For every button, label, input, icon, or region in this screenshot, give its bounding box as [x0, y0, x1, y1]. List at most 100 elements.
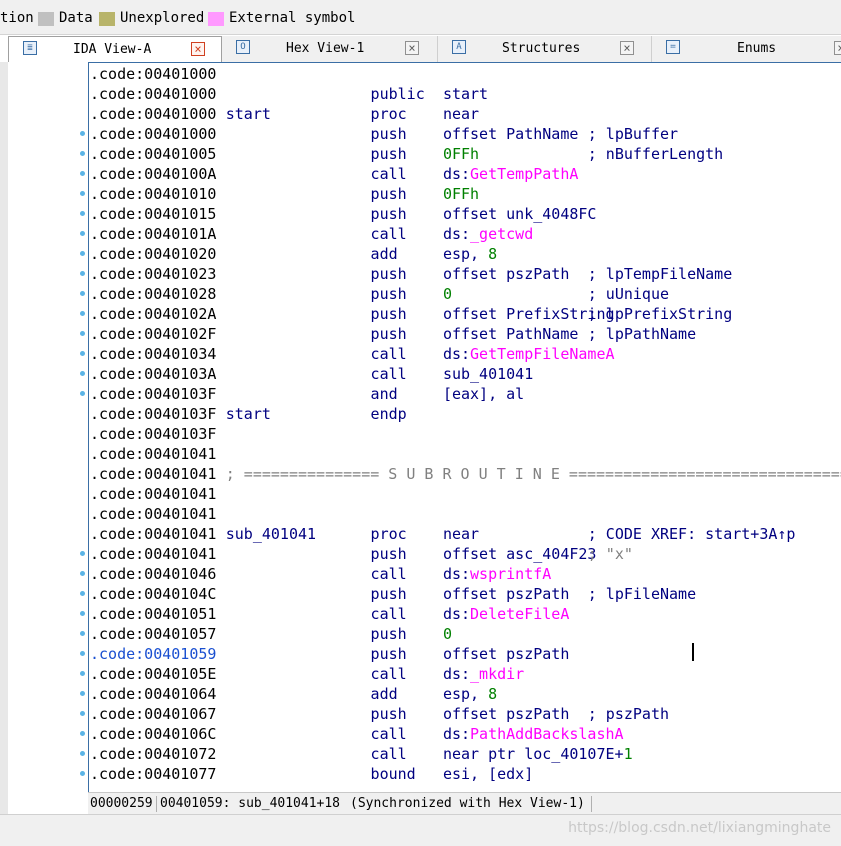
listing-row[interactable]: .code:00401005 push 0FFh ; nBufferLength: [90, 144, 723, 164]
breakpoint-gutter[interactable]: [8, 62, 88, 814]
breakpoint-marker-icon[interactable]: [80, 551, 85, 556]
breakpoint-marker-icon[interactable]: [80, 631, 85, 636]
row-label[interactable]: sub_401041: [226, 524, 316, 544]
listing-row[interactable]: .code:0040102A push offset PrefixString; l…: [90, 304, 732, 324]
listing-row[interactable]: .code:00401041: [90, 504, 216, 524]
breakpoint-marker-icon[interactable]: [80, 391, 85, 396]
listing-row[interactable]: .code:0040103F: [90, 424, 216, 444]
listing-row[interactable]: .code:0040106C call ds:PathAddBackslashA: [90, 724, 624, 744]
row-operands[interactable]: 0FFh: [443, 144, 479, 164]
row-operands[interactable]: 0: [443, 284, 452, 304]
listing-row[interactable]: .code:0040101A call ds:_getcwd: [90, 224, 533, 244]
row-label[interactable]: start: [226, 404, 271, 424]
listing-row[interactable]: .code:00401051 call ds:DeleteFileA: [90, 604, 569, 624]
disassembly-listing[interactable]: .code:00401000 .code:00401000 public start.…: [88, 62, 841, 793]
breakpoint-marker-icon[interactable]: [80, 751, 85, 756]
row-operands[interactable]: sub_401041: [443, 364, 533, 384]
listing-row[interactable]: .code:00401072 call near ptr loc_40107E+1: [90, 744, 633, 764]
tab-structures[interactable]: A Structures ×: [438, 36, 652, 62]
listing-row[interactable]: .code:00401041 ; =============== S U B R …: [90, 464, 841, 484]
listing-row[interactable]: .code:0040105E call ds:_mkdir: [90, 664, 524, 684]
row-operands[interactable]: ds:DeleteFileA: [443, 604, 569, 624]
breakpoint-marker-icon[interactable]: [80, 311, 85, 316]
listing-row[interactable]: .code:0040100A call ds:GetTempPathA: [90, 164, 578, 184]
listing-row[interactable]: .code:00401059 push offset pszPath: [90, 644, 569, 664]
breakpoint-marker-icon[interactable]: [80, 351, 85, 356]
listing-row[interactable]: .code:0040103F and [eax], al: [90, 384, 524, 404]
listing-row[interactable]: .code:00401046 call ds:wsprintfA: [90, 564, 551, 584]
row-operands[interactable]: near ptr loc_40107E+1: [443, 744, 633, 764]
row-operands[interactable]: ds:PathAddBackslashA: [443, 724, 624, 744]
close-icon[interactable]: ×: [191, 42, 205, 56]
close-icon[interactable]: ×: [834, 41, 841, 55]
row-operands[interactable]: near: [443, 104, 479, 124]
listing-row[interactable]: .code:00401064 add esp, 8: [90, 684, 497, 704]
row-operands[interactable]: offset asc_404F23: [443, 544, 597, 564]
listing-row[interactable]: .code:00401000: [90, 64, 216, 84]
listing-row[interactable]: .code:00401041: [90, 444, 216, 464]
breakpoint-marker-icon[interactable]: [80, 651, 85, 656]
row-operands[interactable]: offset PathName: [443, 124, 578, 144]
row-operands[interactable]: ds:GetTempPathA: [443, 164, 578, 184]
row-operands[interactable]: start: [443, 84, 488, 104]
listing-row[interactable]: .code:0040102F push offset PathName ; lpPat…: [90, 324, 696, 344]
row-operands[interactable]: 0: [443, 624, 452, 644]
listing-row[interactable]: .code:00401041 push offset asc_404F23; "x": [90, 544, 633, 564]
row-operands[interactable]: ds:_mkdir: [443, 664, 524, 684]
listing-row[interactable]: .code:00401000 start proc near: [90, 104, 479, 124]
row-operands[interactable]: offset pszPath: [443, 704, 569, 724]
tab-enums[interactable]: ≔ Enums ×: [652, 36, 841, 62]
row-operands[interactable]: offset pszPath: [443, 584, 569, 604]
listing-row[interactable]: .code:00401034 call ds:GetTempFileNameA: [90, 344, 615, 364]
listing-row[interactable]: .code:0040103F start endp: [90, 404, 407, 424]
breakpoint-marker-icon[interactable]: [80, 671, 85, 676]
close-icon[interactable]: ×: [620, 41, 634, 55]
breakpoint-marker-icon[interactable]: [80, 211, 85, 216]
listing-row[interactable]: .code:00401000 public start: [90, 84, 488, 104]
row-operands[interactable]: 0FFh: [443, 184, 479, 204]
breakpoint-marker-icon[interactable]: [80, 691, 85, 696]
listing-row[interactable]: .code:00401000 push offset PathName ; lpBuf…: [90, 124, 678, 144]
row-operands[interactable]: ds:_getcwd: [443, 224, 533, 244]
breakpoint-marker-icon[interactable]: [80, 571, 85, 576]
breakpoint-marker-icon[interactable]: [80, 591, 85, 596]
breakpoint-marker-icon[interactable]: [80, 711, 85, 716]
listing-row[interactable]: .code:00401041 sub_401041 proc near ; CODE X…: [90, 524, 795, 544]
listing-row[interactable]: .code:00401041: [90, 484, 216, 504]
listing-row[interactable]: .code:00401028 push 0 ; uUnique: [90, 284, 669, 304]
row-operands[interactable]: esp, 8: [443, 684, 497, 704]
row-operands[interactable]: esi, [edx]: [443, 764, 533, 784]
listing-row[interactable]: .code:00401010 push 0FFh: [90, 184, 479, 204]
listing-row[interactable]: .code:00401057 push 0: [90, 624, 452, 644]
row-operands[interactable]: near: [443, 524, 479, 544]
breakpoint-marker-icon[interactable]: [80, 271, 85, 276]
breakpoint-marker-icon[interactable]: [80, 731, 85, 736]
row-operands[interactable]: offset pszPath: [443, 644, 569, 664]
breakpoint-marker-icon[interactable]: [80, 131, 85, 136]
breakpoint-marker-icon[interactable]: [80, 371, 85, 376]
listing-row[interactable]: .code:00401020 add esp, 8: [90, 244, 497, 264]
listing-row[interactable]: .code:00401077 bound esi, [edx]: [90, 764, 533, 784]
tab-hex-view-1[interactable]: O Hex View-1 ×: [222, 36, 438, 62]
breakpoint-marker-icon[interactable]: [80, 331, 85, 336]
close-icon[interactable]: ×: [405, 41, 419, 55]
breakpoint-marker-icon[interactable]: [80, 771, 85, 776]
row-operands[interactable]: [eax], al: [443, 384, 524, 404]
breakpoint-marker-icon[interactable]: [80, 251, 85, 256]
row-operands[interactable]: offset unk_4048FC: [443, 204, 597, 224]
breakpoint-marker-icon[interactable]: [80, 291, 85, 296]
listing-row[interactable]: .code:0040103A call sub_401041: [90, 364, 533, 384]
row-operands[interactable]: ds:wsprintfA: [443, 564, 551, 584]
listing-row[interactable]: .code:00401015 push offset unk_4048FC: [90, 204, 596, 224]
tab-ida-view-a[interactable]: ≣ IDA View-A ×: [8, 36, 222, 63]
row-operands[interactable]: esp, 8: [443, 244, 497, 264]
breakpoint-marker-icon[interactable]: [80, 231, 85, 236]
row-operands[interactable]: offset PathName: [443, 324, 578, 344]
breakpoint-marker-icon[interactable]: [80, 151, 85, 156]
listing-row[interactable]: .code:00401023 push offset pszPath ; lpTemp…: [90, 264, 732, 284]
row-operands[interactable]: ds:GetTempFileNameA: [443, 344, 615, 364]
listing-row[interactable]: .code:00401067 push offset pszPath ; pszPat…: [90, 704, 669, 724]
breakpoint-marker-icon[interactable]: [80, 611, 85, 616]
row-operands[interactable]: offset pszPath: [443, 264, 569, 284]
row-label[interactable]: start: [226, 104, 271, 124]
